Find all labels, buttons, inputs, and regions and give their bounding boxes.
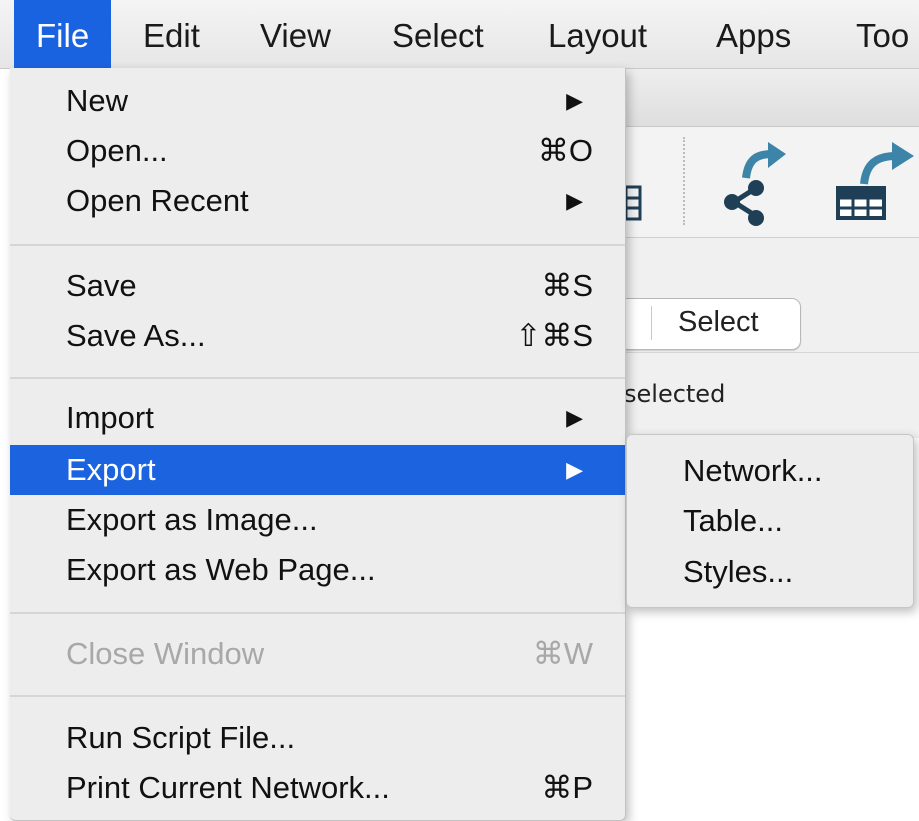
menu-separator [10,612,625,614]
menu-item-close-window: Close Window ⌘W [10,629,625,679]
export-submenu: Network... Table... Styles... [626,434,914,608]
menu-item-save-as[interactable]: Save As... ⇧⌘S [10,311,625,361]
menu-item-label: Save As... [66,318,206,353]
submenu-arrow-icon: ▶ [566,88,583,113]
menu-separator [10,377,625,379]
table-icon-partial[interactable] [626,185,644,225]
shortcut-label: ⌘S [541,268,593,303]
submenu-arrow-icon: ▶ [566,188,583,213]
divider [626,352,919,353]
menu-bar: File Edit View Select Layout Apps Too [0,0,919,69]
menu-item-label: Print Current Network... [66,770,390,805]
menu-apps[interactable]: Apps [716,0,791,68]
window-title-strip [626,68,919,127]
shortcut-label: ⌘W [532,636,593,671]
submenu-arrow-icon: ▶ [566,457,583,482]
menu-file[interactable]: File [14,0,112,68]
menu-item-save[interactable]: Save ⌘S [10,261,625,311]
menu-item-label: Export as Image... [66,502,318,537]
segment-divider [651,306,652,340]
menu-item-open-recent[interactable]: Open Recent ▶ [10,176,625,226]
menu-item-import[interactable]: Import ▶ [10,393,625,443]
menu-separator [10,244,625,246]
export-table-icon[interactable] [834,140,919,228]
menu-item-label: Close Window [66,636,265,671]
menu-item-label: Run Script File... [66,720,296,755]
menu-item-label: Save [66,268,137,303]
toolbar-separator [683,137,685,225]
menu-tools[interactable]: Too [856,0,909,68]
shortcut-label: ⌘O [537,133,593,168]
menu-edit[interactable]: Edit [143,0,200,68]
shortcut-label: ⌘P [541,770,593,805]
menu-separator [10,695,625,697]
submenu-item-table[interactable]: Table... [683,496,783,546]
menu-item-label: Import [66,400,154,435]
submenu-item-network[interactable]: Network... [683,446,823,496]
menu-item-label: New [66,83,129,118]
menu-item-export-as-image[interactable]: Export as Image... [10,495,625,545]
shortcut-label: ⇧⌘S [515,318,593,353]
menu-view[interactable]: View [260,0,331,68]
selection-status: selected [624,380,726,408]
menu-item-label: Open Recent [66,183,249,218]
menu-select[interactable]: Select [392,0,484,68]
select-button-label: Select [678,306,759,338]
submenu-item-styles[interactable]: Styles... [683,547,793,597]
menu-item-export[interactable]: Export ▶ [10,445,625,495]
menu-item-export-as-web-page[interactable]: Export as Web Page... [10,545,625,595]
file-menu: New ▶ Open... ⌘O Open Recent ▶ Save ⌘S S… [10,68,626,821]
export-network-icon[interactable] [716,140,788,228]
menu-item-open[interactable]: Open... ⌘O [10,126,625,176]
submenu-arrow-icon: ▶ [566,405,583,430]
menu-item-print-current-network[interactable]: Print Current Network... ⌘P [10,763,625,813]
menu-item-label: Export [66,452,156,487]
menu-item-label: Open... [66,133,168,168]
menu-layout[interactable]: Layout [548,0,647,68]
menu-item-run-script-file[interactable]: Run Script File... [10,713,625,763]
menu-item-label: Export as Web Page... [66,552,376,587]
menu-item-new[interactable]: New ▶ [10,76,625,126]
